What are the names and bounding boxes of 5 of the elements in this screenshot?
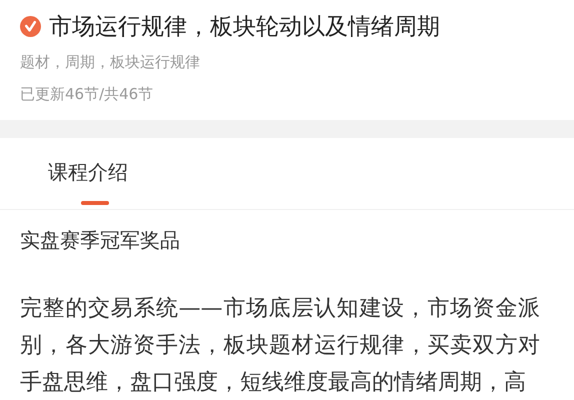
tab[interactable]: 课程介绍 xyxy=(48,158,128,205)
course-title: 市场运行规律，板块轮动以及情绪周期 xyxy=(49,12,440,42)
intro-heading: 实盘赛季冠军奖品 xyxy=(20,227,181,254)
intro-paragraph: 完整的交易系统——市场底层认知建设，市场资金派别，各大游资手法，板块题材运行规律，买卖双方对手盘思维，盘口强度，短线维度最高的情绪周期，高 xyxy=(20,295,540,397)
course-tags: 题材，周期，板块运行规律 xyxy=(20,52,554,72)
